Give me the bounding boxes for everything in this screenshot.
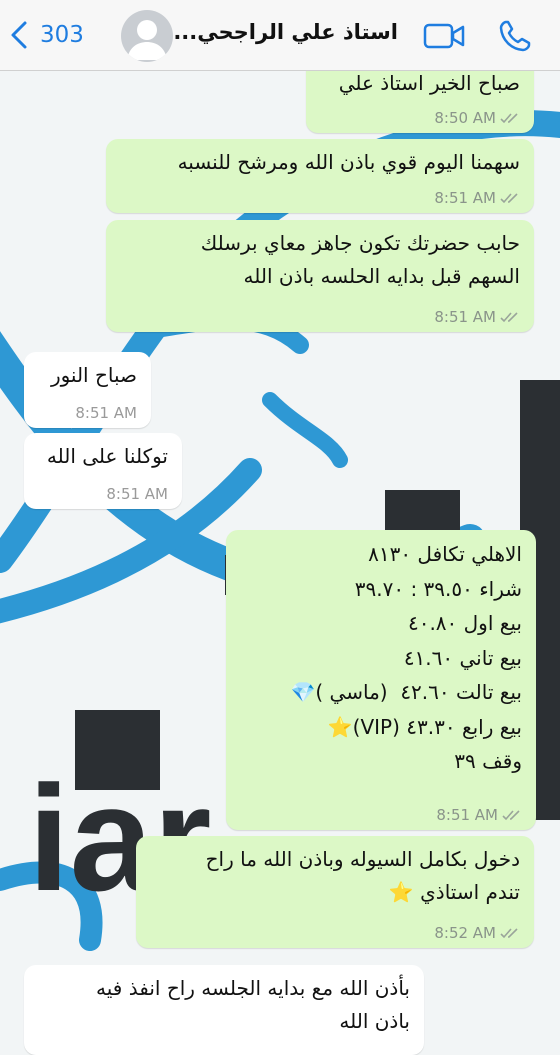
message-text: صباح الخير استاذ علي [338, 71, 520, 95]
message-time: 8:51 AM [106, 485, 168, 503]
message-line: بيع رابع ٤٣.٣٠ (VIP)⭐ [327, 714, 522, 739]
double-check-icon [500, 193, 518, 204]
message-meta: 8:51 AM [434, 189, 520, 207]
message-meta: 8:51 AM [436, 806, 522, 824]
message-meta: 8:50 AM [434, 109, 520, 127]
double-check-icon [500, 312, 518, 323]
message-meta: 8:52 AM [434, 924, 520, 942]
message-incoming[interactable]: بأذن الله مع بدايه الجلسه راح انفذ فيه ب… [24, 965, 424, 1055]
message-text: صباح النور [50, 363, 137, 387]
message-line: حابب حضرتك تكون جاهز معاي برسلك [200, 231, 520, 255]
message-line: الاهلي تكافل ٨١٣٠ [368, 542, 522, 566]
contact-name[interactable]: استاذ علي الراجحي... [173, 20, 398, 44]
back-button[interactable]: 303 [8, 18, 84, 52]
message-incoming[interactable]: صباح النور 8:51 AM [24, 352, 151, 428]
message-outgoing[interactable]: دخول بكامل السيوله وباذن الله ما راح تند… [136, 836, 534, 948]
message-time: 8:51 AM [75, 404, 137, 422]
message-line: دخول بكامل السيوله وباذن الله ما راح [205, 847, 520, 871]
message-line: بيع تاني ٤١.٦٠ [403, 645, 522, 670]
avatar-icon [127, 20, 167, 60]
double-check-icon [500, 113, 518, 124]
chevron-left-icon [11, 21, 27, 49]
message-outgoing[interactable]: حابب حضرتك تكون جاهز معاي برسلك السهم قب… [106, 220, 534, 332]
message-line: السهم قبل بدايه الحلسه باذن الله [243, 264, 520, 288]
message-time: 8:51 AM [434, 308, 496, 326]
message-outgoing[interactable]: الاهلي تكافل ٨١٣٠ شراء ٣٩.٥٠ : ٣٩.٧٠ بيع… [226, 530, 536, 830]
video-icon[interactable] [422, 20, 466, 52]
message-text: سهمنا اليوم قوي باذن الله ومرشح للنسبه [177, 150, 520, 174]
chat-header: 303 استاذ علي الراجحي... [0, 0, 560, 71]
avatar[interactable] [121, 10, 173, 62]
message-time: 8:51 AM [436, 806, 498, 824]
message-line: بيع اول ٤٠.٨٠ [407, 611, 522, 635]
message-line: شراء ٣٩.٥٠ : ٣٩.٧٠ [354, 576, 522, 601]
double-check-icon [502, 810, 520, 821]
message-time: 8:52 AM [434, 924, 496, 942]
message-time: 8:51 AM [434, 189, 496, 207]
message-text: توكلنا على الله [46, 444, 168, 468]
double-check-icon [500, 928, 518, 939]
message-time: 8:50 AM [434, 109, 496, 127]
message-outgoing[interactable]: سهمنا اليوم قوي باذن الله ومرشح للنسبه 8… [106, 139, 534, 213]
message-meta: 8:51 AM [434, 308, 520, 326]
message-line: وقف ٣٩ [454, 749, 522, 773]
phone-icon[interactable] [497, 18, 533, 54]
message-line: تندم استاذي ⭐ [388, 880, 520, 904]
message-line: باذن الله [339, 1009, 410, 1033]
message-line: بأذن الله مع بدايه الجلسه راح انفذ فيه [96, 976, 410, 1000]
unread-count: 303 [40, 22, 84, 48]
message-incoming[interactable]: توكلنا على الله 8:51 AM [24, 433, 182, 509]
message-line: بيع تالت ٤٢.٦٠ (ماسي )💎 [290, 680, 522, 704]
